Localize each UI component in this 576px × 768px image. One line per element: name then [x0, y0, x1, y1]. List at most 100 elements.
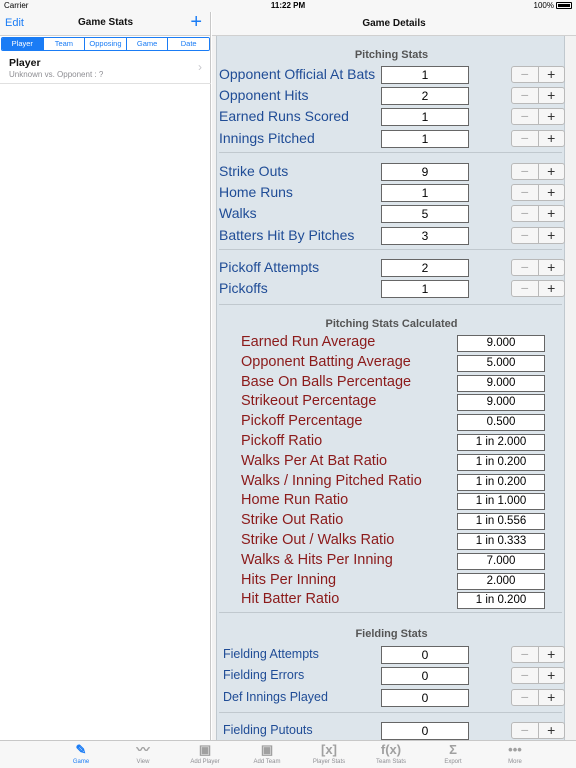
tab-add-team[interactable]: ▣ Add Team [236, 741, 298, 768]
increment-button[interactable]: + [539, 260, 565, 275]
stat-value-field[interactable]: 0 [381, 667, 469, 685]
tab-add-player[interactable]: ▣ Add Player [174, 741, 236, 768]
add-icon[interactable]: + [190, 11, 202, 34]
segment-team[interactable]: Team [43, 38, 86, 50]
increment-button[interactable]: + [539, 281, 565, 296]
stat-stepper[interactable]: − + [511, 280, 565, 297]
calculated-label: Pickoff Ratio [241, 433, 323, 449]
decrement-button[interactable]: − [512, 131, 539, 146]
calculated-label: Earned Run Average [241, 334, 376, 350]
stat-stepper[interactable]: − + [511, 689, 565, 706]
decrement-button[interactable]: − [512, 67, 539, 82]
increment-button[interactable]: + [539, 647, 565, 662]
stat-row: Opponent Hits 2 − + [217, 86, 566, 106]
increment-button[interactable]: + [539, 690, 565, 705]
tab-team-stats[interactable]: f(x) Team Stats [360, 741, 422, 768]
segment-player[interactable]: Player [2, 38, 44, 50]
battery-icon [556, 2, 572, 9]
calculated-label: Walks & Hits Per Inning [241, 551, 393, 568]
decrement-button[interactable]: − [512, 647, 539, 662]
stat-value-field[interactable]: 0 [381, 722, 469, 740]
stat-stepper[interactable]: − + [511, 227, 565, 244]
increment-button[interactable]: + [539, 206, 565, 221]
decrement-button[interactable]: − [512, 206, 539, 221]
stat-label: Home Runs [219, 184, 293, 200]
stat-value-field[interactable]: 2 [381, 259, 469, 277]
divider [219, 152, 562, 153]
stat-value-field[interactable]: 5 [381, 205, 469, 223]
tab-label: Add Team [253, 759, 281, 765]
master-pane: Edit Game Stats + Player Team Opposing G… [0, 11, 211, 740]
calculated-value: 1 in 0.200 [457, 473, 545, 491]
stat-row: Def Innings Played 0 − + [217, 688, 566, 708]
calculated-label: Strikeout Percentage [241, 393, 377, 410]
stat-value-field[interactable]: 1 [381, 66, 469, 84]
decrement-button[interactable]: − [512, 260, 539, 275]
calculated-label: Walks Per At Bat Ratio [241, 452, 388, 469]
decrement-button[interactable]: − [512, 164, 539, 179]
tab-view[interactable]: 〰 View [112, 741, 174, 768]
stat-stepper[interactable]: − + [511, 66, 565, 83]
increment-button[interactable]: + [539, 109, 565, 124]
decrement-button[interactable]: − [512, 185, 539, 200]
tab-export[interactable]: Σ Export [422, 741, 484, 768]
player-list-item[interactable]: Player Unknown vs. Opponent : ? › [0, 54, 211, 84]
stat-row: Batters Hit By Pitches 3 − + [217, 226, 566, 246]
tab-label: Team Stats [375, 759, 406, 765]
increment-button[interactable]: + [539, 723, 565, 738]
calculated-value: 2.000 [457, 572, 545, 590]
stat-stepper[interactable]: − + [511, 163, 565, 180]
increment-button[interactable]: + [539, 131, 565, 146]
stat-stepper[interactable]: − + [511, 722, 565, 739]
stat-value-field[interactable]: 0 [381, 646, 469, 664]
calculated-value: 1 in 0.556 [457, 513, 545, 531]
segment-game[interactable]: Game [126, 38, 169, 50]
stat-value-field[interactable]: 1 [381, 184, 469, 202]
stat-stepper[interactable]: − + [511, 667, 565, 684]
more-icon: ••• [508, 742, 522, 757]
increment-button[interactable]: + [539, 164, 565, 179]
stat-stepper[interactable]: − + [511, 205, 565, 222]
calculated-value: 7.000 [457, 552, 545, 570]
signature-icon: 〰 [136, 742, 150, 757]
calculated-row: Home Run Ratio 1 in 1.000 [217, 492, 566, 511]
decrement-button[interactable]: − [512, 88, 539, 103]
stat-value-field[interactable]: 0 [381, 689, 469, 707]
stat-value-field[interactable]: 3 [381, 227, 469, 245]
sort-segmented-control: Player Team Opposing Game Date [1, 37, 210, 51]
tab-player-stats[interactable]: [x] Player Stats [298, 741, 360, 768]
player-name: Player [9, 57, 41, 69]
increment-button[interactable]: + [539, 228, 565, 243]
stat-stepper[interactable]: − + [511, 130, 565, 147]
stat-stepper[interactable]: − + [511, 184, 565, 201]
stat-label: Pickoff Attempts [219, 259, 320, 275]
decrement-button[interactable]: − [512, 228, 539, 243]
stat-stepper[interactable]: − + [511, 87, 565, 104]
segment-opposing[interactable]: Opposing [85, 38, 127, 50]
decrement-button[interactable]: − [512, 723, 539, 738]
stats-panel[interactable]: Pitching Stats Opponent Official At Bats… [216, 36, 565, 740]
tab-game[interactable]: ✎ Game [50, 741, 112, 768]
calculated-value: 1 in 2.000 [457, 434, 545, 451]
decrement-button[interactable]: − [512, 690, 539, 705]
calculated-value: 0.500 [457, 414, 545, 432]
stat-row: Walks 5 − + [217, 204, 566, 224]
stat-value-field[interactable]: 2 [381, 87, 469, 105]
increment-button[interactable]: + [539, 185, 565, 200]
tab-more[interactable]: ••• More [484, 741, 546, 768]
stat-stepper[interactable]: − + [511, 646, 565, 663]
stat-stepper[interactable]: − + [511, 259, 565, 276]
decrement-button[interactable]: − [512, 109, 539, 124]
segment-date[interactable]: Date [168, 38, 209, 50]
increment-button[interactable]: + [539, 88, 565, 103]
decrement-button[interactable]: − [512, 281, 539, 296]
stat-value-field[interactable]: 1 [381, 108, 469, 126]
stat-value-field[interactable]: 1 [381, 130, 469, 148]
stat-stepper[interactable]: − + [511, 108, 565, 125]
increment-button[interactable]: + [539, 668, 565, 683]
stat-value-field[interactable]: 9 [381, 163, 469, 181]
stat-row: Opponent Official At Bats 1 − + [217, 65, 566, 85]
decrement-button[interactable]: − [512, 668, 539, 683]
stat-value-field[interactable]: 1 [381, 280, 469, 298]
increment-button[interactable]: + [539, 67, 565, 82]
